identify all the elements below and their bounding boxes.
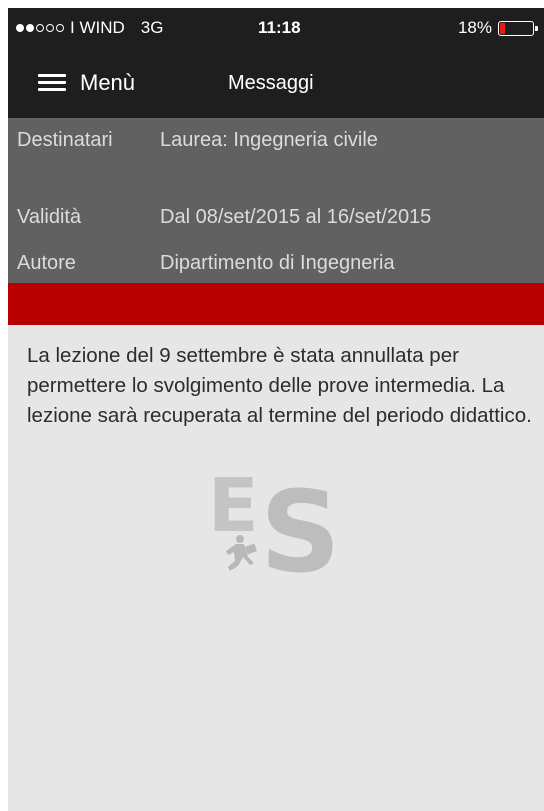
validity-value: Dal 08/set/2015 al 16/set/2015 — [160, 206, 432, 228]
signal-dot — [56, 24, 64, 32]
author-label: Autore — [17, 252, 76, 274]
hamburger-icon — [38, 73, 66, 93]
signal-group: I WIND 3G — [16, 18, 163, 38]
status-bar: I WIND 3G 11:18 18% — [8, 8, 544, 48]
message-body: La lezione del 9 settembre è stata annul… — [27, 344, 532, 427]
battery-group: 18% — [457, 18, 538, 38]
es-logo-icon: E S — [208, 463, 341, 583]
battery-nub — [535, 25, 538, 31]
battery-percent: 18% — [457, 18, 492, 37]
page-title: Messaggi — [228, 72, 314, 94]
menu-label: Menù — [80, 70, 136, 95]
battery-icon — [498, 20, 538, 36]
signal-dot — [16, 24, 24, 32]
accent-bar — [8, 283, 544, 325]
recipients-value: Laurea: Ingegneria civile — [160, 129, 378, 151]
menu-button[interactable]: Menù — [38, 70, 135, 96]
svg-text:S: S — [260, 468, 341, 583]
signal-dot — [26, 24, 34, 32]
clock-time: 11:18 — [258, 18, 301, 37]
recipients-label: Destinatari — [17, 129, 113, 151]
battery-fill — [500, 22, 505, 34]
network-type: 3G — [140, 18, 164, 37]
signal-dot — [36, 24, 44, 32]
signal-strength-icon — [16, 24, 64, 32]
app-screen: I WIND 3G 11:18 18% Menù Messaggi Destin… — [8, 8, 544, 811]
validity-label: Validità — [17, 206, 82, 228]
author-value: Dipartimento di Ingegneria — [160, 252, 395, 274]
svg-text:E: E — [208, 463, 259, 549]
nav-bar: Menù Messaggi — [8, 48, 544, 118]
message-info-panel: Destinatari Laurea: Ingegneria civile Va… — [8, 118, 544, 283]
signal-dot — [46, 24, 54, 32]
carrier-name: I WIND — [70, 18, 125, 37]
